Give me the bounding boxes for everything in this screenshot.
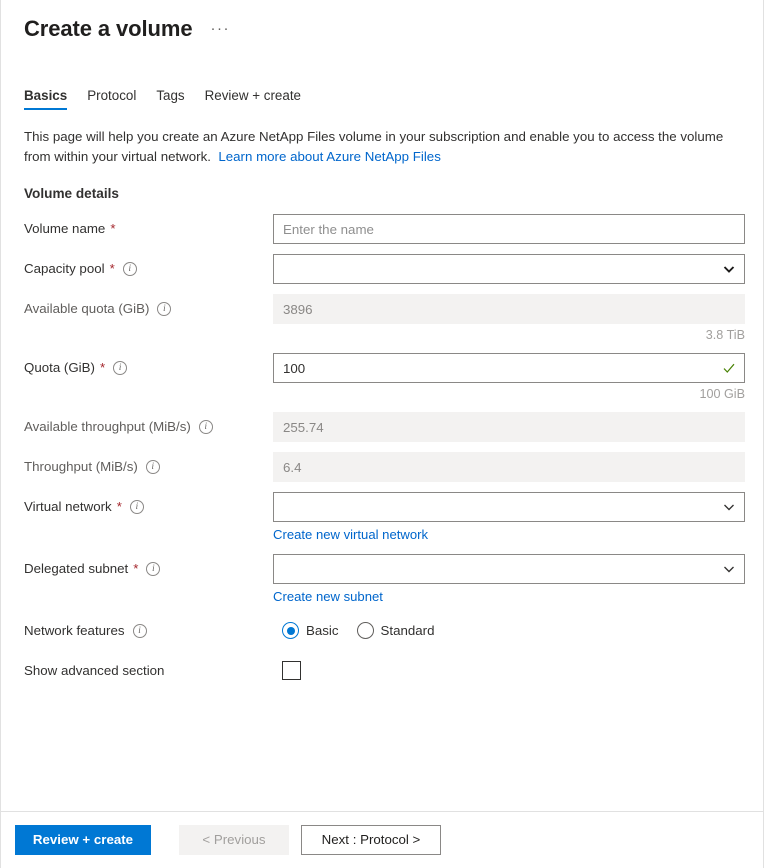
field-show-advanced-section	[273, 656, 745, 685]
label-available-quota-text: Available quota (GiB)	[24, 294, 149, 323]
quota-input[interactable]	[273, 353, 745, 383]
row-available-throughput: Available throughput (MiB/s) i	[1, 412, 763, 442]
field-capacity-pool	[273, 254, 745, 284]
blade-header: Create a volume ···	[1, 0, 763, 44]
delegated-subnet-select-wrap	[273, 554, 745, 584]
info-icon[interactable]: i	[133, 624, 147, 638]
show-advanced-checkbox[interactable]	[282, 661, 301, 680]
field-available-quota: 3.8 TiB	[273, 294, 745, 343]
row-available-quota: Available quota (GiB) i 3.8 TiB	[1, 294, 763, 343]
intro-description: This page will help you create an Azure …	[24, 127, 739, 167]
row-delegated-subnet: Delegated subnet * i Create new subnet	[1, 554, 763, 606]
label-available-throughput: Available throughput (MiB/s) i	[24, 412, 273, 441]
label-network-features-text: Network features	[24, 616, 125, 645]
tab-review-create[interactable]: Review + create	[195, 84, 311, 110]
virtual-network-select-wrap	[273, 492, 745, 522]
info-icon[interactable]: i	[113, 361, 127, 375]
label-show-advanced-section: Show advanced section	[24, 656, 273, 685]
info-icon[interactable]: i	[146, 562, 160, 576]
field-available-throughput	[273, 412, 745, 442]
info-icon[interactable]: i	[130, 500, 144, 514]
more-options-icon[interactable]: ···	[206, 20, 234, 38]
capacity-pool-select[interactable]	[273, 254, 745, 284]
required-marker: *	[100, 353, 105, 382]
quota-input-wrap	[273, 353, 745, 383]
learn-more-link[interactable]: Learn more about Azure NetApp Files	[218, 149, 440, 164]
field-throughput	[273, 452, 745, 482]
label-delegated-subnet-text: Delegated subnet	[24, 554, 128, 583]
label-available-quota: Available quota (GiB) i	[24, 294, 273, 323]
label-delegated-subnet: Delegated subnet * i	[24, 554, 273, 583]
create-new-virtual-network-link[interactable]: Create new virtual network	[273, 526, 428, 543]
label-throughput: Throughput (MiB/s) i	[24, 452, 273, 481]
virtual-network-select[interactable]	[273, 492, 745, 522]
radio-indicator-standard	[357, 622, 374, 639]
row-capacity-pool: Capacity pool * i	[1, 254, 763, 284]
info-icon[interactable]: i	[199, 420, 213, 434]
row-throughput: Throughput (MiB/s) i	[1, 452, 763, 482]
required-marker: *	[117, 492, 122, 521]
tab-bar: Basics Protocol Tags Review + create	[1, 84, 763, 110]
field-quota: 100 GiB	[273, 353, 745, 402]
required-marker: *	[110, 254, 115, 283]
label-capacity-pool-text: Capacity pool	[24, 254, 105, 283]
capacity-pool-select-wrap	[273, 254, 745, 284]
throughput-input	[273, 452, 745, 482]
radio-standard[interactable]: Standard	[357, 622, 435, 639]
label-volume-name: Volume name *	[24, 214, 273, 243]
delegated-subnet-select[interactable]	[273, 554, 745, 584]
page-title: Create a volume	[24, 14, 192, 44]
network-features-radio-group: Basic Standard	[273, 616, 745, 645]
radio-indicator-basic	[282, 622, 299, 639]
row-virtual-network: Virtual network * i Create new virtual n…	[1, 492, 763, 544]
tab-tags[interactable]: Tags	[146, 84, 194, 110]
field-network-features: Basic Standard	[273, 616, 745, 645]
field-virtual-network: Create new virtual network	[273, 492, 745, 544]
available-throughput-input	[273, 412, 745, 442]
section-title-volume-details: Volume details	[24, 186, 740, 201]
label-capacity-pool: Capacity pool * i	[24, 254, 273, 283]
info-icon[interactable]: i	[146, 460, 160, 474]
quota-helper: 100 GiB	[273, 386, 745, 402]
radio-standard-label: Standard	[381, 623, 435, 638]
available-quota-helper: 3.8 TiB	[273, 327, 745, 343]
review-create-button[interactable]: Review + create	[15, 825, 151, 855]
previous-button: < Previous	[179, 825, 289, 855]
radio-basic[interactable]: Basic	[282, 622, 339, 639]
info-icon[interactable]: i	[157, 302, 171, 316]
label-quota: Quota (GiB) * i	[24, 353, 273, 382]
row-quota: Quota (GiB) * i 100 GiB	[1, 353, 763, 402]
field-volume-name	[273, 214, 745, 244]
show-advanced-checkbox-wrap	[273, 656, 745, 685]
next-protocol-button[interactable]: Next : Protocol >	[301, 825, 441, 855]
label-available-throughput-text: Available throughput (MiB/s)	[24, 412, 191, 441]
volume-name-input[interactable]	[273, 214, 745, 244]
blade-footer: Review + create < Previous Next : Protoc…	[1, 811, 763, 868]
label-volume-name-text: Volume name	[24, 214, 105, 243]
tab-protocol[interactable]: Protocol	[77, 84, 146, 110]
field-delegated-subnet: Create new subnet	[273, 554, 745, 606]
label-virtual-network: Virtual network * i	[24, 492, 273, 521]
create-volume-blade: Create a volume ··· Basics Protocol Tags…	[0, 0, 764, 868]
row-volume-name: Volume name *	[1, 214, 763, 244]
row-show-advanced-section: Show advanced section	[1, 656, 763, 686]
label-network-features: Network features i	[24, 616, 273, 645]
create-new-subnet-link[interactable]: Create new subnet	[273, 588, 383, 605]
available-quota-input	[273, 294, 745, 324]
required-marker: *	[110, 214, 115, 243]
row-network-features: Network features i Basic Standard	[1, 616, 763, 646]
radio-basic-label: Basic	[306, 623, 339, 638]
label-quota-text: Quota (GiB)	[24, 353, 95, 382]
tab-basics[interactable]: Basics	[24, 84, 77, 110]
label-show-advanced-section-text: Show advanced section	[24, 656, 164, 685]
label-throughput-text: Throughput (MiB/s)	[24, 452, 138, 481]
volume-details-form: Volume name * Capacity pool * i	[1, 214, 763, 686]
label-virtual-network-text: Virtual network	[24, 492, 112, 521]
info-icon[interactable]: i	[123, 262, 137, 276]
required-marker: *	[133, 554, 138, 583]
